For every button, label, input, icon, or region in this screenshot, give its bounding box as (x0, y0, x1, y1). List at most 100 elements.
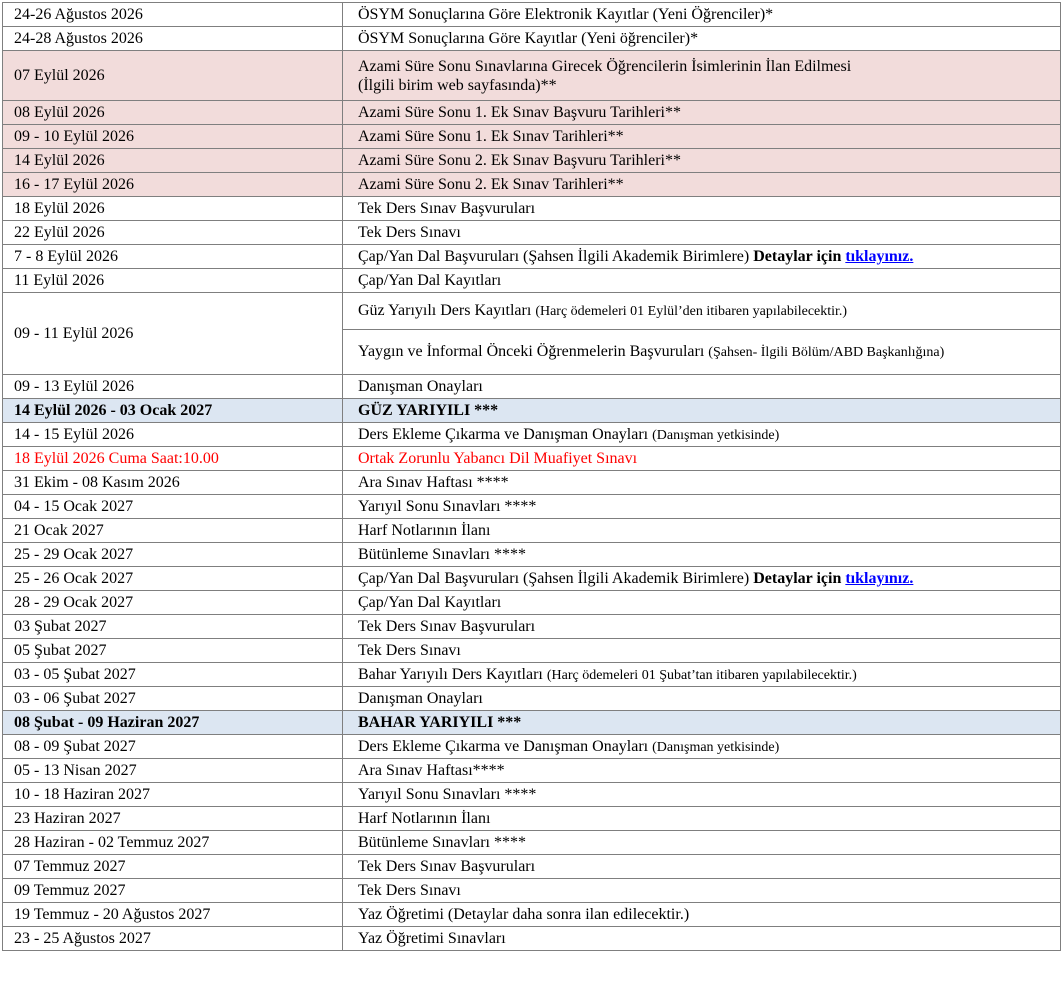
table-row: 28 Haziran - 02 Temmuz 2027 Bütünleme Sı… (2, 830, 1061, 855)
table-row: 22 Eylül 2026 Tek Ders Sınavı (2, 220, 1061, 245)
event-line: (İlgili birim web sayfasında)** (358, 76, 557, 94)
table-row: 09 - 10 Eylül 2026 Azami Süre Sonu 1. Ek… (2, 124, 1061, 149)
event-text: Ders Ekleme Çıkarma ve Danışman Onayları (358, 737, 649, 755)
semester-header-row: 14 Eylül 2026 - 03 Ocak 2027 GÜZ YARIYIL… (2, 398, 1061, 423)
table-row: 23 Haziran 2027 Harf Notlarının İlanı (2, 806, 1061, 831)
date-cell: 25 - 26 Ocak 2027 (2, 566, 343, 591)
event-cell: Tek Ders Sınav Başvuruları (342, 854, 1061, 879)
date-cell: 24-28 Ağustos 2026 (2, 26, 343, 51)
event-text: Yaygın ve İnformal Önceki Öğrenmelerin B… (358, 343, 705, 360)
date-cell: 14 - 15 Eylül 2026 (2, 422, 343, 447)
event-cell: Ders Ekleme Çıkarma ve Danışman Onayları… (342, 734, 1061, 759)
event-cell: Tek Ders Sınav Başvuruları (342, 614, 1061, 639)
event-note: (Danışman yetkisinde) (652, 739, 780, 755)
event-cell: Ara Sınav Haftası **** (342, 470, 1061, 495)
table-row: 31 Ekim - 08 Kasım 2026 Ara Sınav Haftas… (2, 470, 1061, 495)
date-cell: 08 Şubat - 09 Haziran 2027 (2, 710, 343, 735)
event-cell: Azami Süre Sonu Sınavlarına Girecek Öğre… (342, 50, 1061, 101)
date-cell: 16 - 17 Eylül 2026 (2, 172, 343, 197)
event-cell: Tek Ders Sınav Başvuruları (342, 196, 1061, 221)
date-cell: 18 Eylül 2026 Cuma Saat:10.00 (2, 446, 343, 471)
date-cell: 03 - 05 Şubat 2027 (2, 662, 343, 687)
date-cell: 05 Şubat 2027 (2, 638, 343, 663)
date-cell: 7 - 8 Eylül 2026 (2, 244, 343, 269)
table-row: 04 - 15 Ocak 2027 Yarıyıl Sonu Sınavları… (2, 494, 1061, 519)
event-text: Güz Yarıyılı Ders Kayıtları (358, 302, 532, 319)
table-row: 07 Temmuz 2027 Tek Ders Sınav Başvurular… (2, 854, 1061, 879)
event-cell: Bahar Yarıyılı Ders Kayıtları (Harç ödem… (342, 662, 1061, 687)
details-link[interactable]: tıklayınız. (845, 570, 913, 587)
table-row: 05 Şubat 2027 Tek Ders Sınavı (2, 638, 1061, 663)
table-row: 25 - 29 Ocak 2027 Bütünleme Sınavları **… (2, 542, 1061, 567)
date-cell: 03 - 06 Şubat 2027 (2, 686, 343, 711)
academic-calendar-table: 24-26 Ağustos 2026 ÖSYM Sonuçlarına Göre… (2, 2, 1061, 951)
event-cell: Azami Süre Sonu 2. Ek Sınav Başvuru Tari… (342, 148, 1061, 173)
table-row: 21 Ocak 2027 Harf Notlarının İlanı (2, 518, 1061, 543)
event-cell: Çap/Yan Dal Kayıtları (342, 268, 1061, 293)
date-cell: 10 - 18 Haziran 2027 (2, 782, 343, 807)
table-row: 7 - 8 Eylül 2026 Çap/Yan Dal Başvuruları… (2, 244, 1061, 269)
event-cell: Harf Notlarının İlanı (342, 806, 1061, 831)
date-cell: 05 - 13 Nisan 2027 (2, 758, 343, 783)
event-cell: Bütünleme Sınavları **** (342, 542, 1061, 567)
event-cell: Ara Sınav Haftası**** (342, 758, 1061, 783)
date-cell: 09 Temmuz 2027 (2, 878, 343, 903)
event-cell: Azami Süre Sonu 1. Ek Sınav Tarihleri** (342, 124, 1061, 149)
date-cell: 18 Eylül 2026 (2, 196, 343, 221)
table-row: 08 Eylül 2026 Azami Süre Sonu 1. Ek Sına… (2, 100, 1061, 125)
table-row: 16 - 17 Eylül 2026 Azami Süre Sonu 2. Ek… (2, 172, 1061, 197)
semester-header-row: 08 Şubat - 09 Haziran 2027 BAHAR YARIYIL… (2, 710, 1061, 735)
date-cell: 08 - 09 Şubat 2027 (2, 734, 343, 759)
table-row: 10 - 18 Haziran 2027 Yarıyıl Sonu Sınavl… (2, 782, 1061, 807)
event-cell: Tek Ders Sınavı (342, 220, 1061, 245)
event-text: Bahar Yarıyılı Ders Kayıtları (358, 665, 543, 683)
event-cell: Çap/Yan Dal Kayıtları (342, 590, 1061, 615)
event-note: (Harç ödemeleri 01 Şubat’tan itibaren ya… (546, 667, 857, 683)
event-text: Çap/Yan Dal Başvuruları (Şahsen İlgili A… (358, 570, 750, 587)
date-cell: 14 Eylül 2026 - 03 Ocak 2027 (2, 398, 343, 423)
table-row: 03 - 05 Şubat 2027 Bahar Yarıyılı Ders K… (2, 662, 1061, 687)
event-cell: Azami Süre Sonu 2. Ek Sınav Tarihleri** (342, 172, 1061, 197)
details-link[interactable]: tıklayınız. (845, 248, 913, 265)
event-cell: Güz Yarıyılı Ders Kayıtları (Harç ödemel… (342, 292, 1061, 330)
event-cell: Bütünleme Sınavları **** (342, 830, 1061, 855)
event-cell: Yarıyıl Sonu Sınavları **** (342, 494, 1061, 519)
date-cell: 23 Haziran 2027 (2, 806, 343, 831)
event-cell: Tek Ders Sınavı (342, 638, 1061, 663)
semester-title: GÜZ YARIYILI *** (342, 398, 1061, 423)
event-note: (Harç ödemeleri 01 Eylül’den itibaren ya… (535, 304, 848, 319)
event-cell: Çap/Yan Dal Başvuruları (Şahsen İlgili A… (342, 566, 1061, 591)
event-cell: Yaz Öğretimi Sınavları (342, 926, 1061, 951)
table-row: 03 - 06 Şubat 2027 Danışman Onayları (2, 686, 1061, 711)
event-cell: Çap/Yan Dal Başvuruları (Şahsen İlgili A… (342, 244, 1061, 269)
table-row: 14 - 15 Eylül 2026 Ders Ekleme Çıkarma v… (2, 422, 1061, 447)
event-note: (Şahsen- İlgili Bölüm/ABD Başkanlığına) (708, 345, 945, 360)
event-cell: Danışman Onayları (342, 374, 1061, 399)
event-cell: ÖSYM Sonuçlarına Göre Kayıtlar (Yeni öğr… (342, 26, 1061, 51)
event-text: Çap/Yan Dal Başvuruları (Şahsen İlgili A… (358, 248, 750, 265)
date-cell: 07 Temmuz 2027 (2, 854, 343, 879)
event-cell: Tek Ders Sınavı (342, 878, 1061, 903)
event-cell: Ders Ekleme Çıkarma ve Danışman Onayları… (342, 422, 1061, 447)
date-cell: 09 - 13 Eylül 2026 (2, 374, 343, 399)
table-row: 14 Eylül 2026 Azami Süre Sonu 2. Ek Sına… (2, 148, 1061, 173)
event-cell: Azami Süre Sonu 1. Ek Sınav Başvuru Tari… (342, 100, 1061, 125)
event-cell: Yaygın ve İnformal Önceki Öğrenmelerin B… (342, 329, 1061, 375)
table-row: 09 - 13 Eylül 2026 Danışman Onayları (2, 374, 1061, 399)
table-row: 24-26 Ağustos 2026 ÖSYM Sonuçlarına Göre… (2, 2, 1061, 27)
date-cell: 24-26 Ağustos 2026 (2, 2, 343, 27)
date-cell: 28 - 29 Ocak 2027 (2, 590, 343, 615)
date-cell: 04 - 15 Ocak 2027 (2, 494, 343, 519)
date-cell: 08 Eylül 2026 (2, 100, 343, 125)
table-row: 09 Temmuz 2027 Tek Ders Sınavı (2, 878, 1061, 903)
date-cell: 14 Eylül 2026 (2, 148, 343, 173)
details-label: Detaylar için (753, 248, 842, 265)
event-text: Ders Ekleme Çıkarma ve Danışman Onayları (358, 425, 649, 443)
event-cell: Harf Notlarının İlanı (342, 518, 1061, 543)
date-cell: 11 Eylül 2026 (2, 268, 343, 293)
date-cell: 23 - 25 Ağustos 2027 (2, 926, 343, 951)
table-row: 08 - 09 Şubat 2027 Ders Ekleme Çıkarma v… (2, 734, 1061, 759)
table-row: 03 Şubat 2027 Tek Ders Sınav Başvuruları (2, 614, 1061, 639)
event-note: (Danışman yetkisinde) (652, 427, 780, 443)
table-row: 28 - 29 Ocak 2027 Çap/Yan Dal Kayıtları (2, 590, 1061, 615)
